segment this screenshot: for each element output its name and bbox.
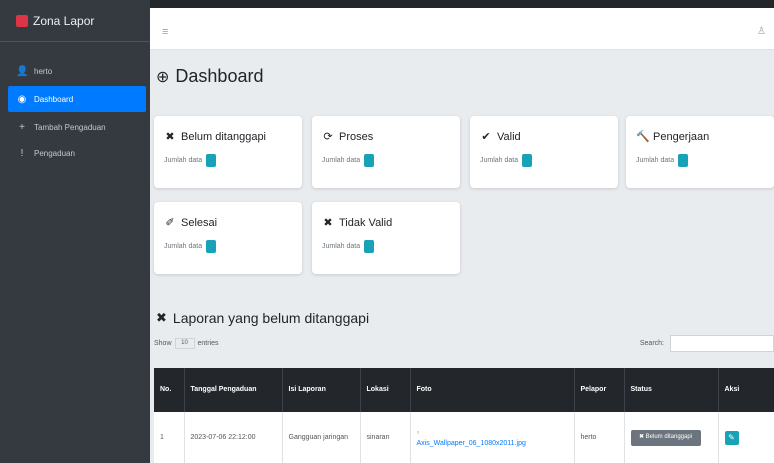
cell-tanggal: 2023-07-06 22:12:00 bbox=[184, 412, 283, 463]
column-header[interactable]: Aksi bbox=[718, 368, 774, 412]
card-subtitle: Jumlah data bbox=[164, 243, 203, 250]
times-icon: ✖ bbox=[156, 310, 167, 325]
broken-image-icon: ▫ bbox=[416, 428, 420, 438]
column-header[interactable]: Isi Laporan bbox=[282, 368, 361, 412]
card-tidak-valid: ✖ Tidak Valid Jumlah data bbox=[312, 202, 460, 274]
card-selesai: ✐ Selesai Jumlah data bbox=[154, 202, 302, 274]
reports-table-wrap: No. Tanggal Pengaduan Isi Laporan Lokasi… bbox=[154, 368, 774, 463]
cell-isi: Gangguan jaringan bbox=[282, 412, 361, 463]
column-header[interactable]: Lokasi bbox=[360, 368, 411, 412]
column-header[interactable]: No. bbox=[154, 368, 185, 412]
user-menu-icon[interactable]: ♙ bbox=[757, 26, 766, 37]
cell-foto: ▫ Axis_Wallpaper_06_1080x2011.jpg bbox=[410, 412, 575, 463]
plus-icon: + bbox=[19, 121, 25, 133]
topbar-edge bbox=[150, 0, 774, 8]
brand-logo-icon bbox=[16, 14, 28, 27]
times-icon: ✖ bbox=[323, 217, 333, 229]
cell-pelapor: herto bbox=[574, 412, 625, 463]
count-badge bbox=[522, 154, 533, 167]
brand-name: Zona Lapor bbox=[33, 13, 95, 28]
sync-icon: ⟳ bbox=[323, 131, 333, 143]
times-icon: ✖ bbox=[165, 131, 175, 143]
brand[interactable]: Zona Lapor bbox=[0, 0, 150, 42]
dashboard-icon: ◉ bbox=[17, 93, 27, 105]
exclamation-icon: ! bbox=[20, 147, 24, 159]
menu-toggle-icon[interactable]: ≡ bbox=[162, 26, 168, 38]
count-badge bbox=[206, 154, 217, 167]
entries-select[interactable]: 10 bbox=[174, 338, 195, 349]
show-label: Show bbox=[154, 340, 172, 347]
page-title-text: Dashboard bbox=[175, 66, 264, 86]
card-title: Valid bbox=[497, 130, 521, 143]
reports-table: No. Tanggal Pengaduan Isi Laporan Lokasi… bbox=[154, 368, 774, 463]
status-button[interactable]: ✖ Belum ditanggapi bbox=[630, 430, 701, 446]
user-icon: 👤 bbox=[16, 65, 29, 77]
entries-label: entries bbox=[197, 340, 219, 347]
cell-lokasi: sinaran bbox=[360, 412, 411, 463]
count-badge bbox=[364, 240, 375, 253]
cell-status: ✖ Belum ditanggapi bbox=[624, 412, 719, 463]
edit-icon[interactable]: ✎ bbox=[724, 431, 739, 445]
card-subtitle: Jumlah data bbox=[164, 157, 203, 164]
sidebar-item-dashboard[interactable]: ◉ Dashboard bbox=[8, 86, 146, 112]
card-subtitle: Jumlah data bbox=[322, 243, 361, 250]
card-proses: ⟳ Proses Jumlah data bbox=[312, 116, 460, 188]
sidebar-nav: 👤 herto ◉ Dashboard + Tambah Pengaduan !… bbox=[0, 42, 150, 166]
table-header-row: No. Tanggal Pengaduan Isi Laporan Lokasi… bbox=[154, 368, 774, 412]
column-header[interactable]: Tanggal Pengaduan bbox=[184, 368, 283, 412]
section-title: ✖ Laporan yang belum ditanggapi bbox=[156, 310, 369, 326]
column-header[interactable]: Status bbox=[624, 368, 719, 412]
count-badge bbox=[206, 240, 217, 253]
card-title: Proses bbox=[339, 130, 374, 143]
card-subtitle: Jumlah data bbox=[636, 157, 675, 164]
card-title: Belum ditanggapi bbox=[181, 130, 267, 143]
card-valid: ✔ Valid Jumlah data bbox=[470, 116, 618, 188]
card-title: Tidak Valid bbox=[339, 216, 393, 229]
search-input[interactable] bbox=[670, 335, 774, 352]
sidebar-item-tambah-pengaduan[interactable]: + Tambah Pengaduan bbox=[0, 114, 150, 140]
card-title: Selesai bbox=[181, 216, 218, 229]
datatable-search: Search: bbox=[640, 335, 774, 352]
hammer-icon: 🔨 bbox=[636, 131, 650, 143]
count-badge bbox=[678, 154, 689, 167]
sidebar-item-label: Dashboard bbox=[34, 94, 74, 104]
card-title: Pengerjaan bbox=[653, 130, 710, 143]
sidebar-item-label: herto bbox=[34, 66, 53, 76]
section-title-text: Laporan yang belum ditanggapi bbox=[172, 310, 370, 326]
photo-link[interactable]: Axis_Wallpaper_06_1080x2011.jpg bbox=[417, 440, 526, 447]
feather-icon: ✐ bbox=[165, 217, 175, 229]
sidebar-item-label: Pengaduan bbox=[34, 148, 75, 158]
column-header[interactable]: Pelapor bbox=[574, 368, 625, 412]
column-header[interactable]: Foto bbox=[410, 368, 575, 412]
check-icon: ✔ bbox=[481, 131, 491, 143]
card-subtitle: Jumlah data bbox=[480, 157, 519, 164]
sidebar-item-label: Tambah Pengaduan bbox=[34, 122, 106, 132]
card-pengerjaan: 🔨 Pengerjaan Jumlah data bbox=[626, 116, 774, 188]
page-title: ⊕ Dashboard bbox=[156, 66, 263, 87]
sidebar-item-pengaduan[interactable]: ! Pengaduan bbox=[0, 140, 150, 166]
tachometer-icon: ⊕ bbox=[156, 68, 170, 86]
sidebar: Zona Lapor 👤 herto ◉ Dashboard + Tambah … bbox=[0, 0, 150, 463]
datatable-length: Show 10 entries bbox=[154, 338, 219, 349]
table-row: 1 2023-07-06 22:12:00 Gangguan jaringan … bbox=[154, 412, 774, 463]
search-label: Search: bbox=[639, 340, 664, 347]
card-belum-ditanggapi: ✖ Belum ditanggapi Jumlah data bbox=[154, 116, 302, 188]
card-subtitle: Jumlah data bbox=[322, 157, 361, 164]
cell-no: 1 bbox=[154, 412, 185, 463]
main-content: ⊕ Dashboard ✖ Belum ditanggapi Jumlah dat… bbox=[150, 50, 774, 463]
cell-aksi: ✎ bbox=[718, 412, 774, 463]
sidebar-item-profile[interactable]: 👤 herto bbox=[0, 58, 150, 84]
count-badge bbox=[364, 154, 375, 167]
topbar: ≡ ♙ bbox=[150, 0, 774, 50]
